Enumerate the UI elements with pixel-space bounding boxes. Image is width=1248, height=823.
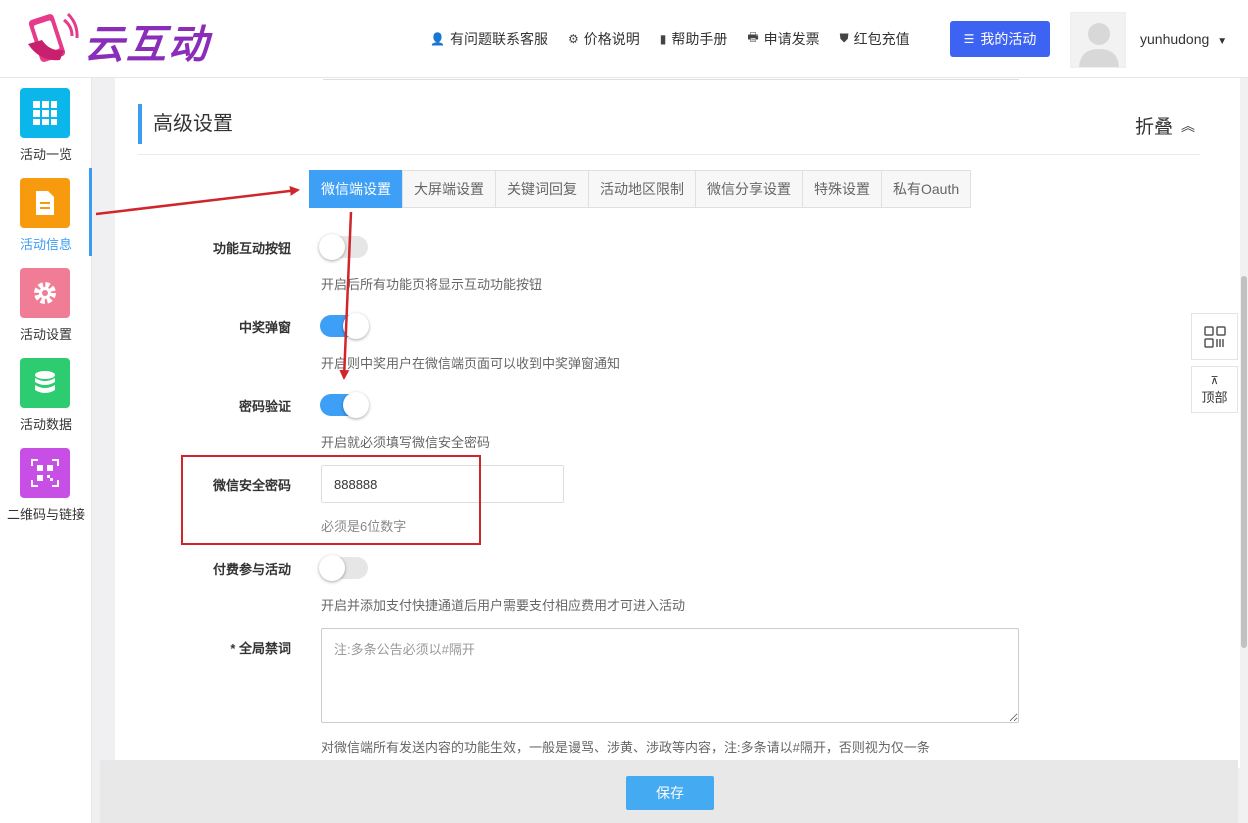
divider (323, 78, 1019, 80)
username: yunhudong (1140, 31, 1210, 47)
qrcode-icon (20, 448, 70, 498)
paid-join-label: 付费参与活动 (212, 562, 291, 577)
nav-contact-support[interactable]: 👤 有问题联系客服 (430, 29, 548, 49)
paid-join-help: 开启并添加支付快捷通道后用户需要支付相应费用才可进入活动 (321, 598, 686, 613)
nav-label: 帮助手册 (671, 30, 728, 47)
sidebar-item-activity-settings[interactable]: 活动设置 (0, 258, 92, 346)
banned-words-textarea[interactable] (321, 628, 1019, 723)
brand-name[interactable]: 云互动 (84, 12, 210, 70)
interactive-button-label: 功能互动按钮 (212, 241, 291, 256)
toggle-knob (343, 392, 369, 418)
tab-bigscreen-settings[interactable]: 大屏端设置 (402, 170, 496, 208)
qrcode-float-button[interactable] (1191, 313, 1238, 360)
sidebar-item-activity-info[interactable]: 活动信息 (0, 168, 92, 256)
fold-label: 折叠 (1135, 117, 1174, 138)
tab-wechat-settings[interactable]: 微信端设置 (309, 170, 403, 208)
top-nav: 👤 有问题联系客服 ⚙ 价格说明 ▮ 帮助手册 🖶 申请发票 ⛊ 红包充值 (430, 28, 930, 49)
nav-label: 红包充值 (853, 30, 910, 47)
footer-bar: 保存 (100, 760, 1238, 823)
avatar[interactable] (1070, 12, 1126, 68)
back-to-top-label: 顶部 (1201, 390, 1228, 405)
tab-special-settings[interactable]: 特殊设置 (802, 170, 882, 208)
nav-redpacket-recharge[interactable]: ⛊ 红包充值 (840, 29, 910, 49)
interactive-button-help: 开启后所有功能页将显示互动功能按钮 (321, 277, 543, 292)
annotation-highlight-box (181, 455, 481, 545)
password-verify-toggle[interactable] (320, 392, 369, 418)
back-to-top-button[interactable]: ⊼ 顶部 (1191, 366, 1238, 413)
nav-label: 申请发票 (763, 30, 820, 47)
sidebar-item-label: 活动信息 (19, 237, 72, 252)
chevron-up-icon: ︽ (1181, 117, 1196, 134)
nav-label: 有问题联系客服 (449, 30, 548, 47)
settings-tabs: 微信端设置 大屏端设置 关键词回复 活动地区限制 微信分享设置 特殊设置 私有O… (309, 170, 972, 208)
tab-keyword-reply[interactable]: 关键词回复 (495, 170, 589, 208)
user-menu[interactable]: yunhudong ▼ (1140, 31, 1227, 47)
sidebar-item-label: 二维码与链接 (6, 507, 85, 522)
toggle-knob (343, 313, 369, 339)
toggle-knob (319, 234, 345, 260)
sidebar-item-activity-data[interactable]: 活动数据 (0, 348, 92, 436)
user-silhouette-icon (1079, 23, 1119, 67)
section-title: 高级设置 (138, 104, 233, 144)
document-icon (20, 178, 70, 228)
tab-private-oauth[interactable]: 私有Oauth (881, 170, 972, 208)
my-activity-button[interactable]: ☰ 我的活动 (950, 21, 1050, 57)
prize-popup-help: 开启则中奖用户在微信端页面可以收到中奖弹窗通知 (321, 356, 621, 371)
page-scrollbar[interactable] (1240, 78, 1248, 823)
my-activity-label: 我的活动 (980, 31, 1037, 47)
password-verify-label: 密码验证 (238, 399, 291, 414)
sidebar-item-label: 活动数据 (19, 417, 72, 432)
sidebar-item-label: 活动设置 (19, 327, 72, 342)
sidebar-item-label: 活动一览 (19, 147, 72, 162)
fold-toggle[interactable]: 折叠 ︽ (1135, 112, 1195, 139)
book-icon: ▮ (659, 31, 667, 46)
divider (138, 154, 1200, 155)
user-plus-icon: 👤 (430, 31, 445, 46)
paid-join-toggle[interactable] (319, 555, 368, 581)
nav-invoice[interactable]: 🖶 申请发票 (747, 28, 819, 49)
toggle-knob (319, 555, 345, 581)
password-verify-help: 开启就必须填写微信安全密码 (321, 435, 491, 450)
shield-icon: ⛊ (839, 31, 849, 45)
prize-popup-toggle[interactable] (320, 313, 369, 339)
sidebar-item-overview[interactable]: 活动一览 (0, 78, 92, 166)
scrollbar-thumb[interactable] (1241, 276, 1247, 648)
banned-words-help: 对微信端所有发送内容的功能生效，一般是谩骂、涉黄、涉政等内容，注:多条请以#隔开… (321, 740, 930, 755)
arrow-up-icon: ⊼ (1210, 375, 1219, 387)
qrcode-icon (1203, 325, 1226, 348)
tab-wechat-share[interactable]: 微信分享设置 (695, 170, 803, 208)
nav-label: 价格说明 (583, 30, 640, 47)
tab-region-limit[interactable]: 活动地区限制 (588, 170, 696, 208)
gear-icon: ⚙ (567, 31, 579, 46)
banned-words-label: * 全局禁词 (230, 641, 291, 656)
sidebar: 活动一览 活动信息 活动设置 活动数据 二维码与链接 (0, 78, 92, 823)
prize-popup-label: 中奖弹窗 (238, 320, 291, 335)
database-icon (20, 358, 70, 408)
caret-down-icon: ▼ (1217, 36, 1228, 47)
brand-logo-icon[interactable] (20, 10, 80, 68)
interactive-button-toggle[interactable] (319, 234, 368, 260)
grid-icon (20, 88, 70, 138)
settings-icon (20, 268, 70, 318)
sidebar-item-qrcode-links[interactable]: 二维码与链接 (0, 438, 92, 526)
header: 云互动 👤 有问题联系客服 ⚙ 价格说明 ▮ 帮助手册 🖶 申请发票 ⛊ 红包充… (0, 0, 1248, 78)
nav-help-manual[interactable]: ▮ 帮助手册 (660, 29, 728, 49)
list-icon: ☰ (963, 32, 975, 46)
save-button[interactable]: 保存 (626, 776, 714, 810)
nav-pricing[interactable]: ⚙ 价格说明 (568, 29, 640, 49)
printer-icon: 🖶 (747, 30, 759, 44)
settings-panel: 高级设置 折叠 ︽ 微信端设置 大屏端设置 关键词回复 活动地区限制 微信分享设… (115, 78, 1240, 768)
